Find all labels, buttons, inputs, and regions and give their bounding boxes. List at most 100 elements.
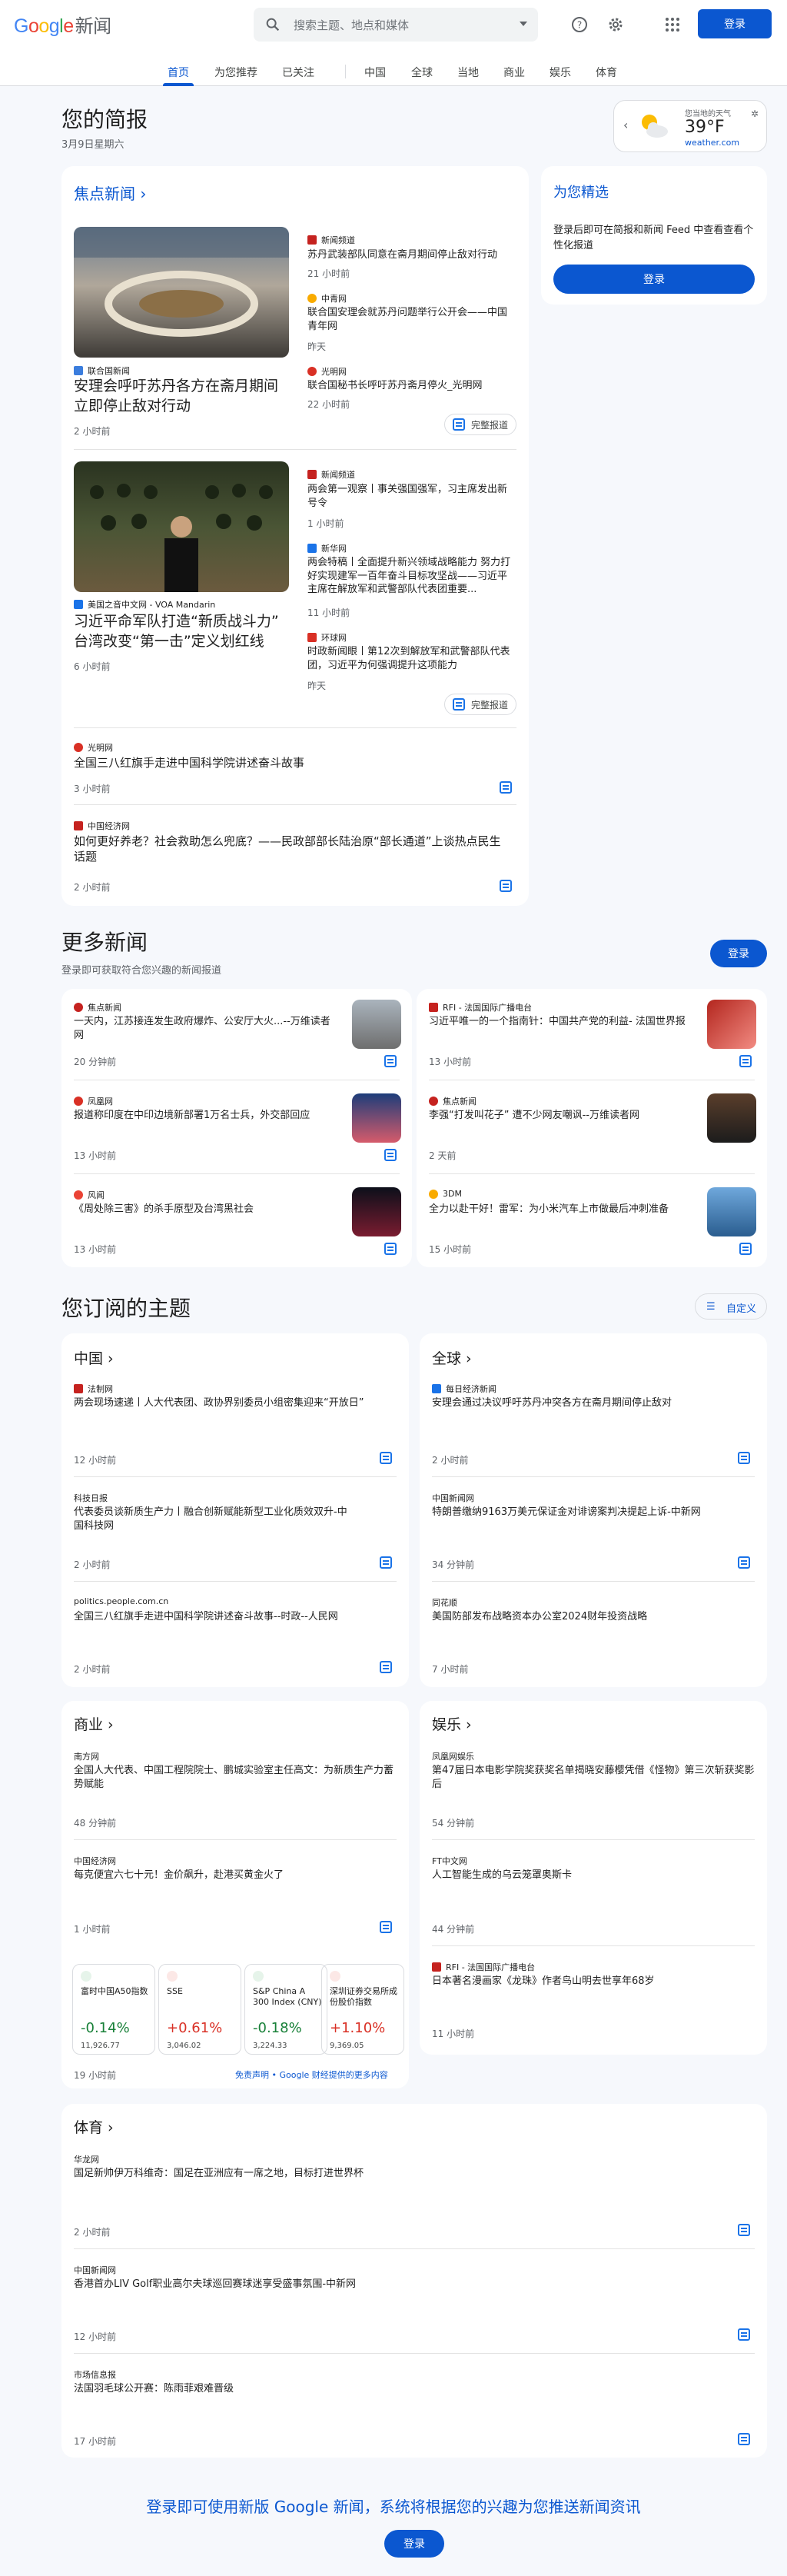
tab-entertainment[interactable]: 娱乐 (550, 65, 571, 80)
top-stories-title[interactable]: 焦点新闻 (74, 185, 135, 203)
full-coverage-icon[interactable] (738, 2224, 750, 2236)
topic-title-business-link[interactable]: 商业 › (74, 1713, 114, 1734)
topic-item-headline[interactable]: 代表委员谈新质生产力丨融合创新赋能新型工业化质效双升-中国科技网 (74, 1506, 350, 1533)
topic-item-headline[interactable]: 日本著名漫画家《龙珠》作者鸟山明去世享年68岁 (432, 1975, 755, 1989)
full-coverage-icon[interactable] (384, 1149, 397, 1161)
related-headline[interactable]: 两会第一观察丨事关强国强军，习主席发出新号令 (307, 483, 516, 510)
full-coverage-icon[interactable] (500, 880, 512, 892)
related-headline[interactable]: 两会特稿丨全面提升新兴领域战略能力 努力打好实现建军一百年奋斗目标攻坚战——习近… (307, 556, 516, 597)
settings-gear-icon[interactable] (606, 15, 625, 34)
topic-title[interactable]: 娱乐 (432, 1716, 461, 1733)
top-stories-link[interactable]: 焦点新闻 › (74, 181, 146, 204)
header-signin-button[interactable]: 登录 (698, 9, 772, 38)
topic-item-headline[interactable]: 美国防部发布战略资本办公室2024财年投资战略 (432, 1610, 755, 1624)
weather-settings-icon[interactable]: ✲ (751, 108, 759, 119)
full-coverage-icon[interactable] (738, 2433, 750, 2445)
finance-disclaimer-link[interactable]: 免责声明 • Google 财经提供的更多内容 (235, 2068, 388, 2081)
story-headline[interactable]: 全国三八红旗手走进中国科学院讲述奋斗故事 (74, 755, 504, 770)
weather-source-link[interactable]: weather.com (685, 138, 739, 148)
tab-local[interactable]: 当地 (457, 65, 479, 80)
topic-item-headline[interactable]: 法国羽毛球公开赛：陈雨菲艰难晋级 (74, 2382, 735, 2396)
full-coverage-icon[interactable] (739, 1243, 752, 1255)
story-headline[interactable]: 安理会呼吁苏丹各方在斋月期间立即停止敌对行动 (74, 377, 291, 416)
full-coverage-icon[interactable] (384, 1055, 397, 1067)
story-image-military-delegation[interactable] (74, 461, 289, 592)
tab-following[interactable]: 已关注 (282, 65, 314, 80)
more-item-headline[interactable]: 李强“打发叫花子” 遭不少网友嘲讽--万维读者网 (429, 1109, 690, 1123)
search-placeholder[interactable]: 搜索主题、地点和媒体 (294, 17, 409, 33)
tab-sports[interactable]: 体育 (596, 65, 617, 80)
story-headline[interactable]: 如何更好养老？社会救助怎么兜底？——民政部部长陆治原“部长通道”上谈热点民生话题 (74, 834, 504, 865)
topic-title[interactable]: 中国 (74, 1350, 103, 1367)
more-item-image[interactable] (707, 1000, 756, 1049)
related-headline[interactable]: 联合国秘书长呼吁苏丹斋月停火_光明网 (307, 379, 516, 393)
more-news-signin-button[interactable]: 登录 (710, 940, 767, 967)
more-item-headline[interactable]: 《周处除三害》的杀手原型及台湾黑社会 (74, 1203, 335, 1216)
more-item-headline[interactable]: 全力以赴干好！雷军：为小米汽车上市做最后冲刺准备 (429, 1203, 690, 1216)
help-icon[interactable]: ? (570, 15, 589, 34)
topic-item-headline[interactable]: 香港首办LIV Golf职业高尔夫球巡回赛球迷享受盛事氛围-中新网 (74, 2278, 735, 2291)
full-coverage-icon[interactable] (380, 1556, 392, 1569)
apps-grid-icon[interactable] (663, 15, 682, 34)
topic-title-world-link[interactable]: 全球 › (432, 1347, 472, 1368)
topic-title[interactable]: 全球 (432, 1350, 461, 1367)
full-coverage-icon[interactable] (380, 1661, 392, 1673)
topic-item-headline[interactable]: 人工智能生成的乌云笼罩奥斯卡 (432, 1869, 755, 1882)
search-icon[interactable] (264, 16, 281, 33)
tab-business[interactable]: 商业 (503, 65, 525, 80)
google-news-logo[interactable]: Google新闻 (14, 11, 111, 38)
topic-title[interactable]: 体育 (74, 2119, 103, 2136)
story-headline[interactable]: 习近平命军队打造“新质战斗力” 台湾改变“第一击”定义划红线 (74, 612, 291, 651)
more-item-image[interactable] (352, 1187, 401, 1236)
chevron-right-icon[interactable]: › (140, 185, 146, 203)
picks-signin-button[interactable]: 登录 (553, 265, 755, 294)
topic-title-entertainment-link[interactable]: 娱乐 › (432, 1713, 472, 1734)
tab-china[interactable]: 中国 (364, 65, 386, 80)
weather-widget[interactable]: ‹ 您当地的天气 39°F weather.com ✲ (613, 100, 767, 152)
search-bar[interactable]: 搜索主题、地点和媒体 (254, 8, 538, 42)
topic-item-headline[interactable]: 两会现场速递丨人大代表团、政协界别委员小组密集迎来“开放日” (74, 1396, 397, 1410)
full-coverage-icon[interactable] (380, 1452, 392, 1464)
related-headline[interactable]: 苏丹武装部队同意在斋月期间停止敌对行动 (307, 248, 516, 262)
full-coverage-icon[interactable] (380, 1921, 392, 1933)
tab-for-you[interactable]: 为您推荐 (214, 65, 257, 80)
topic-item-headline[interactable]: 全国三八红旗手走进中国科学院讲述奋斗故事--时政--人民网 (74, 1610, 397, 1624)
more-item-image[interactable] (352, 1000, 401, 1049)
topic-item-headline[interactable]: 全国人大代表、中国工程院院士、鹏城实验室主任高文：为新质生产力蓄势赋能 (74, 1764, 397, 1791)
related-headline[interactable]: 时政新闻眼丨第12次到解放军和武警部队代表团，习近平为何强调提升这项能力 (307, 645, 516, 672)
full-coverage-button[interactable]: 完整报道 (444, 414, 516, 435)
more-item-headline[interactable]: 习近平唯一的一个指南针：中国共产党的利益- 法国世界报 (429, 1015, 690, 1029)
stock-card[interactable]: SSE +0.61% 3,046.02 (158, 1964, 241, 2055)
full-coverage-button[interactable]: 完整报道 (444, 694, 516, 715)
tab-world[interactable]: 全球 (411, 65, 433, 80)
full-coverage-icon[interactable] (738, 1452, 750, 1464)
topic-item-headline[interactable]: 国足新帅伊万科维奇：国足在亚洲应有一席之地，目标打进世界杯 (74, 2167, 735, 2181)
full-coverage-icon[interactable] (739, 1055, 752, 1067)
more-item-headline[interactable]: 报道称印度在中印边境新部署1万名士兵，外交部回应 (74, 1109, 335, 1123)
full-coverage-icon[interactable] (738, 1556, 750, 1569)
topic-title-sports-link[interactable]: 体育 › (74, 2116, 114, 2137)
tab-home[interactable]: 首页 (168, 65, 189, 80)
topic-title-china-link[interactable]: 中国 › (74, 1347, 114, 1368)
more-item-image[interactable] (707, 1187, 756, 1236)
topic-item-headline[interactable]: 安理会通过决议呼吁苏丹冲突各方在斋月期间停止敌对 (432, 1396, 755, 1410)
full-coverage-icon[interactable] (500, 781, 512, 794)
stock-card[interactable]: 富时中国A50指数 -0.14% 11,926.77 (72, 1964, 155, 2055)
topic-item-headline[interactable]: 特朗普缴纳9163万美元保证金对诽谤案判决提起上诉-中新网 (432, 1506, 709, 1519)
customize-button[interactable]: ☰ 自定义 (695, 1293, 767, 1320)
topic-item-headline[interactable]: 第47届日本电影学院奖获奖名单揭晓安藤樱凭借《怪物》第三次斩获奖影后 (432, 1764, 755, 1791)
related-headline[interactable]: 联合国安理会就苏丹问题举行公开会——中国青年网 (307, 306, 516, 333)
topic-title[interactable]: 商业 (74, 1716, 103, 1733)
search-options-icon[interactable] (520, 22, 527, 26)
chevron-left-icon[interactable]: ‹ (623, 118, 628, 132)
full-coverage-icon[interactable] (738, 2328, 750, 2341)
stock-card[interactable]: 深圳证券交易所成份股价指数 +1.10% 9,369.05 (321, 1964, 404, 2055)
more-item-image[interactable] (707, 1093, 756, 1143)
footer-signin-button[interactable]: 登录 (384, 2530, 444, 2558)
topic-item-headline[interactable]: 每克便宜六七十元！金价飙升，赴港买黄金火了 (74, 1869, 397, 1882)
full-coverage-icon[interactable] (384, 1243, 397, 1255)
more-item-image[interactable] (352, 1093, 401, 1143)
story-image-security-council[interactable] (74, 227, 289, 358)
stock-card[interactable]: S&P China A 300 Index (CNY) -0.18% 3,224… (244, 1964, 327, 2055)
more-item-headline[interactable]: 一天内，江苏接连发生政府爆炸、公安厅大火...--万维读者网 (74, 1015, 335, 1042)
